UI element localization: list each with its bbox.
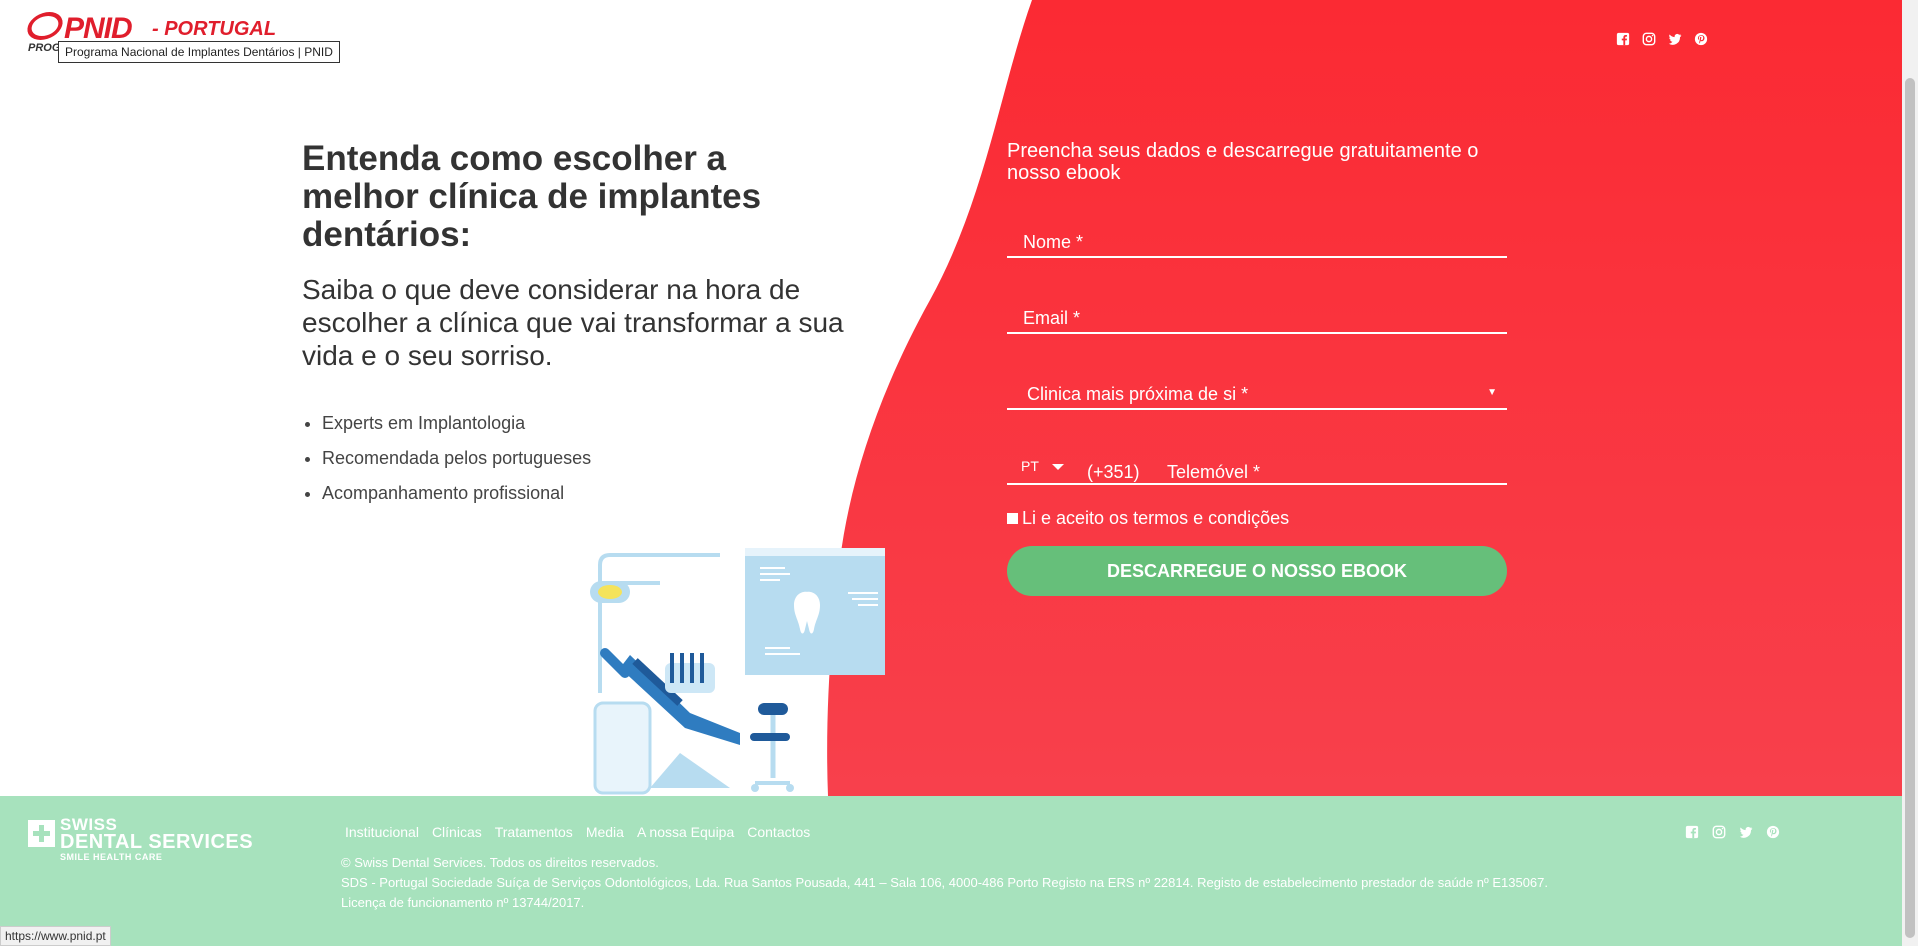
phone-field[interactable]: (+351) Telemóvel * xyxy=(1069,454,1507,485)
form-intro-text: Preencha seus dados e descarregue gratui… xyxy=(1007,140,1479,184)
email-placeholder: Email * xyxy=(1023,308,1081,328)
logo-ring-icon xyxy=(23,12,67,40)
logo-tooltip: Programa Nacional de Implantes Dentários… xyxy=(58,41,340,63)
name-placeholder: Nome * xyxy=(1023,232,1084,252)
copyright-text: © Swiss Dental Services. Todos os direit… xyxy=(341,855,659,870)
facebook-icon[interactable] xyxy=(1615,31,1630,46)
footer-link-clinicas[interactable]: Clínicas xyxy=(432,824,482,840)
email-field[interactable]: Email * xyxy=(1007,300,1507,334)
list-item: Acompanhamento profissional xyxy=(322,482,591,504)
footer-link-media[interactable]: Media xyxy=(586,824,624,840)
list-item: Experts em Implantologia xyxy=(322,412,591,434)
twitter-icon[interactable] xyxy=(1738,824,1753,839)
vertical-scrollbar[interactable] xyxy=(1902,0,1918,946)
swiss-cross-icon xyxy=(28,820,55,847)
footer-link-tratamentos[interactable]: Tratamentos xyxy=(495,824,573,840)
country-code-value: PT xyxy=(1021,458,1039,474)
chevron-down-icon xyxy=(1052,464,1064,470)
dropdown-arrow-icon: ▼ xyxy=(1487,387,1497,398)
footer-link-equipa[interactable]: A nossa Equipa xyxy=(637,824,734,840)
landing-page: PNID - PORTUGAL PROG Programa Nacional d… xyxy=(0,0,1902,946)
phone-prefix: (+351) xyxy=(1087,462,1140,482)
terms-checkbox-row[interactable]: Li e aceito os termos e condições xyxy=(1007,508,1289,529)
country-code-select[interactable]: PT xyxy=(1007,454,1069,485)
terms-label: Li e aceito os termos e condições xyxy=(1022,508,1290,528)
name-field[interactable]: Nome * xyxy=(1007,224,1507,258)
clinic-placeholder: Clinica mais próxima de si * xyxy=(1027,384,1249,404)
hero-subheadline: Saiba o que deve considerar na hora de e… xyxy=(302,274,844,371)
dental-chair-illustration xyxy=(590,548,885,795)
footer-brand-tagline: SMILE HEALTH CARE xyxy=(60,852,163,862)
footer-legal: © Swiss Dental Services. Todos os direit… xyxy=(341,853,1561,913)
twitter-icon[interactable] xyxy=(1667,31,1682,46)
scrollbar-thumb[interactable] xyxy=(1905,78,1915,938)
clinic-select[interactable]: Clinica mais próxima de si * ▼ xyxy=(1007,376,1507,410)
header-social-links xyxy=(1615,31,1708,46)
benefits-list: Experts em Implantologia Recomendada pel… xyxy=(302,412,591,517)
logo-country: - PORTUGAL xyxy=(152,18,277,40)
footer-link-institucional[interactable]: Institucional xyxy=(345,824,419,840)
phone-placeholder: Telemóvel * xyxy=(1167,462,1261,482)
status-bar-url: https://www.pnid.pt xyxy=(0,926,111,946)
red-background-shape xyxy=(827,0,1902,796)
terms-checkbox[interactable] xyxy=(1007,513,1018,524)
hero-headline: Entenda como escolher a melhor clínica d… xyxy=(302,139,762,254)
footer-nav: Institucional Clínicas Tratamentos Media… xyxy=(345,824,810,840)
list-item: Recomendada pelos portugueses xyxy=(322,447,591,469)
download-ebook-button[interactable]: DESCARREGUE O NOSSO EBOOK xyxy=(1007,546,1507,596)
pinterest-icon[interactable] xyxy=(1693,31,1708,46)
pinterest-icon[interactable] xyxy=(1765,824,1780,839)
legal-text: SDS - Portugal Sociedade Suíça de Serviç… xyxy=(341,875,1549,910)
facebook-icon[interactable] xyxy=(1684,824,1699,839)
footer-social-links xyxy=(1684,824,1780,839)
footer: SWISS DENTAL SERVICES SMILE HEALTH CARE … xyxy=(0,796,1902,946)
footer-link-contactos[interactable]: Contactos xyxy=(747,824,810,840)
logo-subtitle: PROG xyxy=(28,42,61,54)
footer-brand-line2: DENTAL SERVICES xyxy=(60,831,254,853)
instagram-icon[interactable] xyxy=(1711,824,1726,839)
instagram-icon[interactable] xyxy=(1641,31,1656,46)
